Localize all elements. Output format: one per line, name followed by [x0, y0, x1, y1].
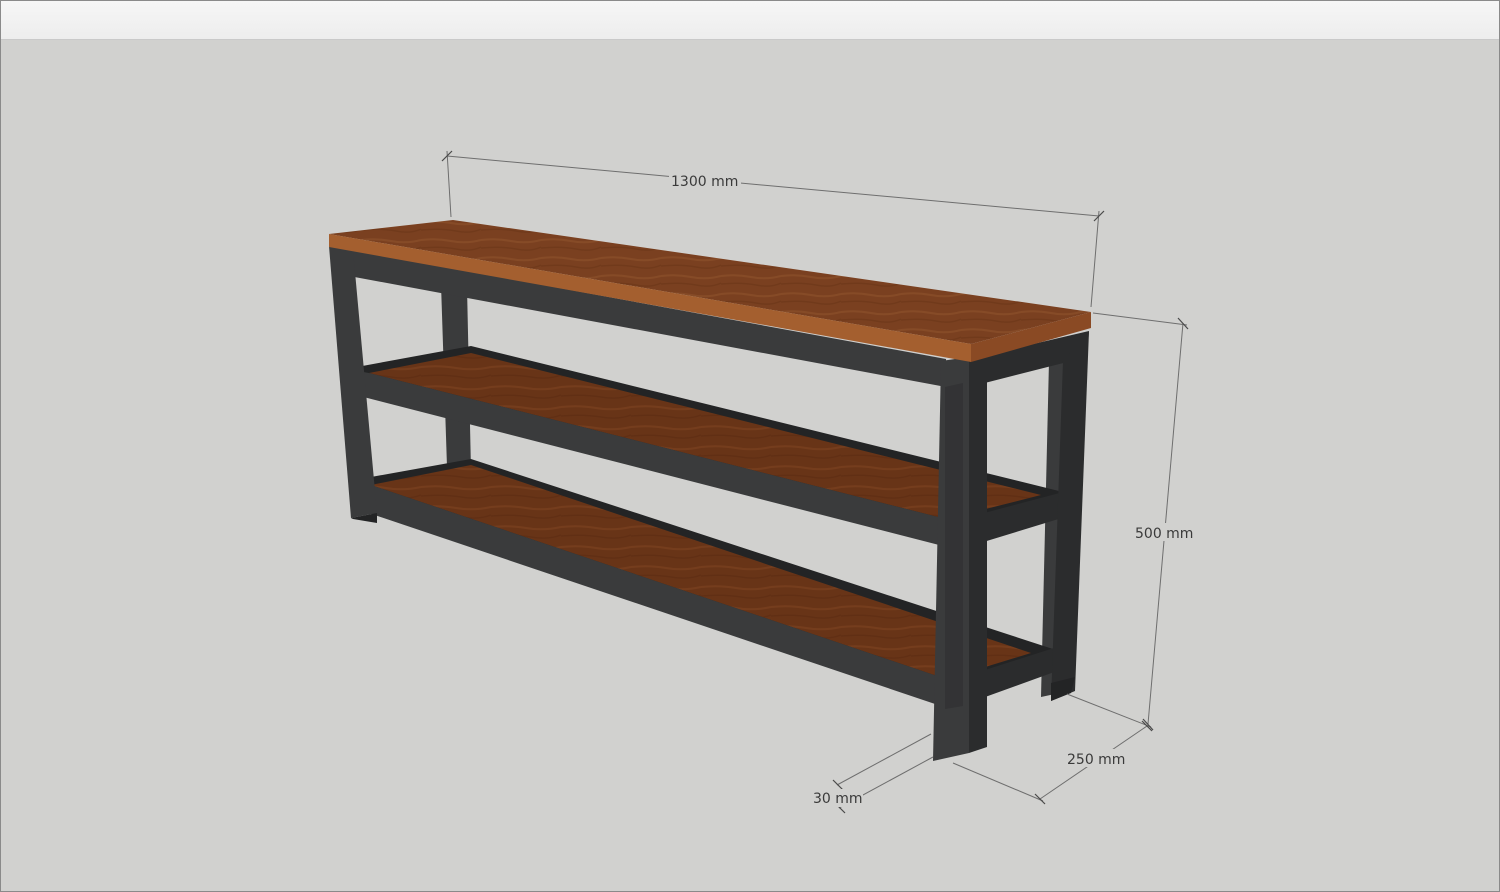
- title-bar: [1, 1, 1499, 40]
- front-right-leg-side: [969, 353, 987, 753]
- app-window: 1300 mm 500 mm 250 mm 30 mm: [0, 0, 1500, 892]
- height-label: 500 mm: [1135, 526, 1193, 542]
- depth-tick-back: [1141, 720, 1153, 732]
- tube-tick-top: [832, 779, 844, 791]
- length-extension-right: [1090, 210, 1100, 308]
- length-extension-left: [446, 150, 452, 218]
- length-label: 1300 mm: [671, 174, 738, 190]
- tube-label: 30 mm: [813, 791, 863, 807]
- depth-label: 250 mm: [1067, 752, 1125, 768]
- front-right-leg: [933, 353, 987, 761]
- depth-extension-front: [952, 762, 1044, 802]
- depth-tick-front: [1034, 793, 1046, 805]
- model-canvas[interactable]: 1300 mm 500 mm 250 mm 30 mm: [1, 40, 1499, 891]
- height-extension-top: [1092, 312, 1188, 326]
- front-right-leg-inner: [945, 383, 963, 709]
- dimension-tube[interactable]: 30 mm: [811, 733, 934, 814]
- length-dimension-line: [446, 155, 1100, 217]
- height-extension-bottom: [1066, 693, 1152, 728]
- tube-extension-left: [836, 733, 932, 786]
- 3d-viewport[interactable]: 1300 mm 500 mm 250 mm 30 mm: [1, 40, 1499, 891]
